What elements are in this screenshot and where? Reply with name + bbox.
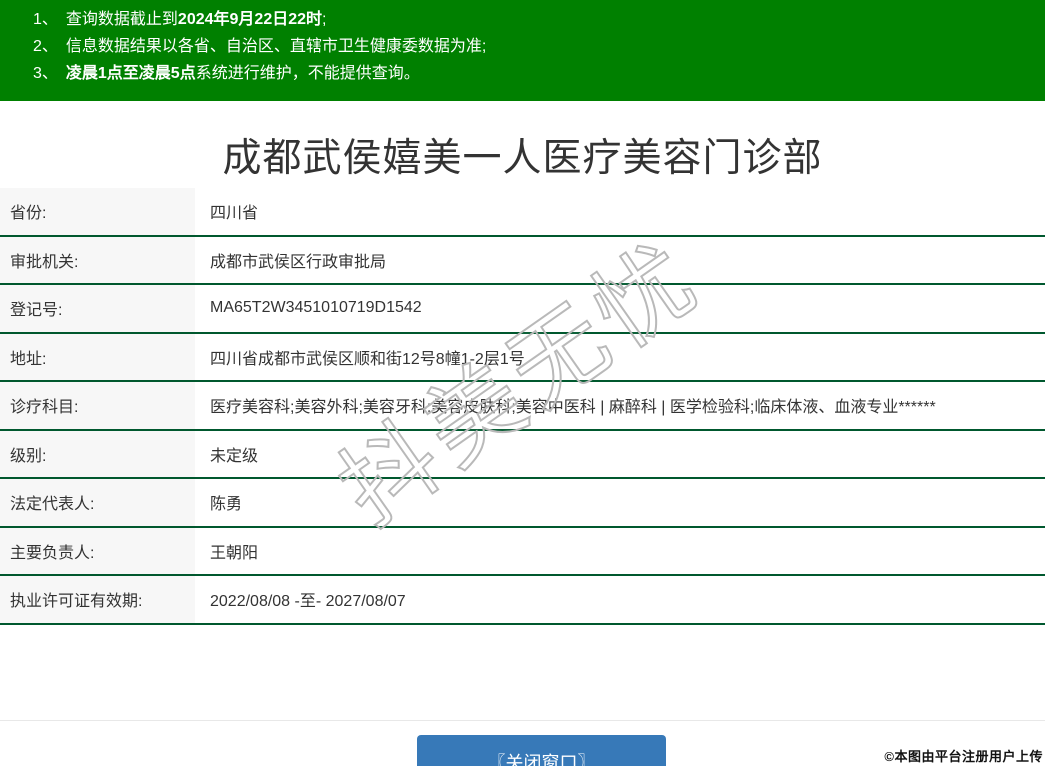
institution-title: 成都武侯嬉美一人医疗美容门诊部 <box>0 127 1045 183</box>
row-value: 四川省 <box>195 188 1045 235</box>
notice-line-3-bold: 凌晨1点至凌晨5点 <box>66 65 196 82</box>
notice-line-1: 1、查询数据截止到2024年9月22日22时; <box>33 6 1035 33</box>
notice-line-1-text: 查询数据截止到 <box>66 11 178 28</box>
row-label: 省份: <box>0 188 195 235</box>
row-label: 执业许可证有效期: <box>0 576 195 623</box>
notice-line-1-suffix: ; <box>322 11 326 28</box>
notice-line-1-bold: 2024年9月22日22时 <box>178 11 322 28</box>
row-value: 未定级 <box>195 431 1045 478</box>
table-row-address: 地址: 四川省成都市武侯区顺和街12号8幢1-2层1号 <box>0 334 1045 383</box>
notice-line-2: 2、信息数据结果以各省、自治区、直辖市卫生健康委数据为准; <box>33 33 1035 60</box>
table-row-level: 级别: 未定级 <box>0 431 1045 480</box>
license-result-page: 1、查询数据截止到2024年9月22日22时; 2、信息数据结果以各省、自治区、… <box>0 0 1045 766</box>
table-row-license-validity: 执业许可证有效期: 2022/08/08 -至- 2027/08/07 <box>0 576 1045 625</box>
notice-line-3-number: 3、 <box>33 65 58 82</box>
notice-banner: 1、查询数据截止到2024年9月22日22时; 2、信息数据结果以各省、自治区、… <box>0 0 1045 101</box>
table-row-legal-representative: 法定代表人: 陈勇 <box>0 479 1045 528</box>
row-value: 医疗美容科;美容外科;美容牙科;美容皮肤科;美容中医科 | 麻醉科 | 医学检验… <box>195 382 1045 429</box>
row-label: 法定代表人: <box>0 479 195 526</box>
notice-line-1-number: 1、 <box>33 11 58 28</box>
row-label: 主要负责人: <box>0 528 195 575</box>
notice-line-3: 3、凌晨1点至凌晨5点系统进行维护，不能提供查询。 <box>33 60 1035 87</box>
row-label: 地址: <box>0 334 195 381</box>
row-value: 2022/08/08 -至- 2027/08/07 <box>195 576 1045 623</box>
table-row-principal: 主要负责人: 王朝阳 <box>0 528 1045 577</box>
notice-line-2-number: 2、 <box>33 38 58 55</box>
row-label: 审批机关: <box>0 237 195 284</box>
table-row-approval-authority: 审批机关: 成都市武侯区行政审批局 <box>0 237 1045 286</box>
table-row-medical-subjects: 诊疗科目: 医疗美容科;美容外科;美容牙科;美容皮肤科;美容中医科 | 麻醉科 … <box>0 382 1045 431</box>
footer-divider <box>0 720 1045 721</box>
notice-line-3-suffix: 系统进行维护，不能提供查询。 <box>196 65 420 82</box>
row-value: 陈勇 <box>195 479 1045 526</box>
row-label: 诊疗科目: <box>0 382 195 429</box>
close-window-button[interactable]: 〖关闭窗口〗 <box>417 735 666 766</box>
notice-line-2-text: 信息数据结果以各省、自治区、直辖市卫生健康委数据为准; <box>66 38 486 55</box>
row-value: MA65T2W3451010719D1542 <box>195 285 1045 332</box>
copyright-caption: ©本图由平台注册用户上传 <box>884 746 1043 765</box>
row-label: 级别: <box>0 431 195 478</box>
row-value: 四川省成都市武侯区顺和街12号8幢1-2层1号 <box>195 334 1045 381</box>
institution-info-table: 省份: 四川省 审批机关: 成都市武侯区行政审批局 登记号: MA65T2W34… <box>0 188 1045 625</box>
row-value: 王朝阳 <box>195 528 1045 575</box>
row-label: 登记号: <box>0 285 195 332</box>
table-row-province: 省份: 四川省 <box>0 188 1045 237</box>
row-value: 成都市武侯区行政审批局 <box>195 237 1045 284</box>
table-row-registration-number: 登记号: MA65T2W3451010719D1542 <box>0 285 1045 334</box>
